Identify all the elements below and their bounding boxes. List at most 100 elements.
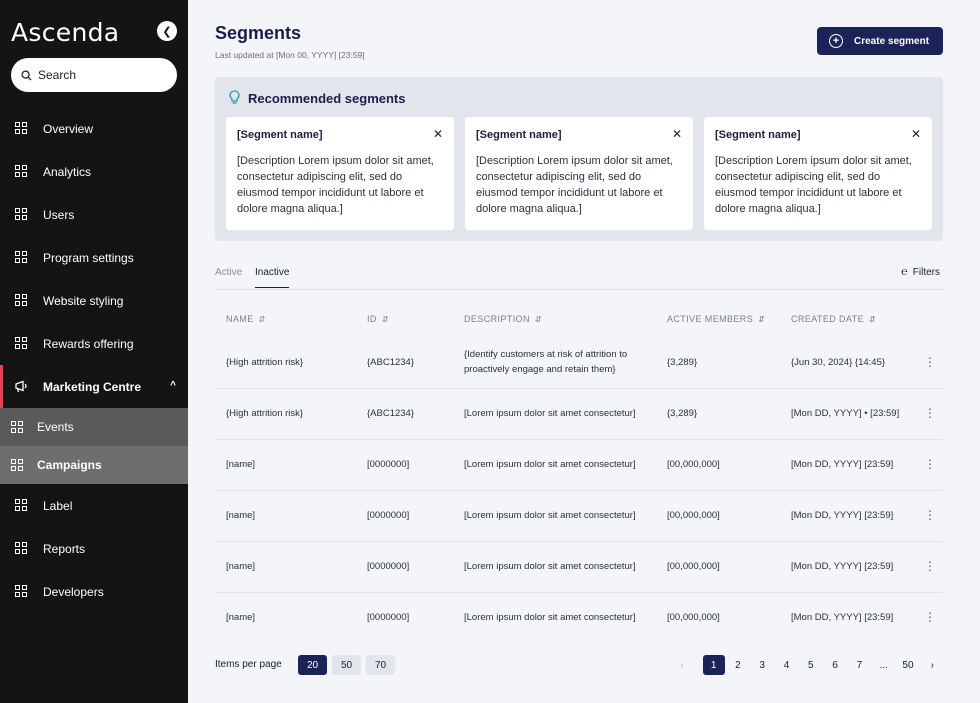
collapse-sidebar-button[interactable]: ❮ — [157, 21, 177, 41]
items-per-page-label: Items per page — [215, 659, 282, 670]
cell-id: {ABC1234} — [356, 337, 453, 389]
grid-icon — [15, 499, 28, 512]
table-row[interactable]: {High attrition risk} {ABC1234} {Identif… — [215, 337, 943, 389]
page-size-50-button[interactable]: 50 — [332, 655, 361, 675]
page-button[interactable]: 5 — [800, 655, 822, 675]
sort-icon: ⇵ — [758, 314, 766, 324]
column-header-active-members[interactable]: ACTIVE MEMBERS ⇵ — [656, 300, 780, 337]
column-header-label: DESCRIPTION — [464, 313, 530, 324]
sidebar-item-events[interactable]: Events — [0, 408, 188, 446]
next-page-icon[interactable]: › — [921, 655, 943, 675]
page-size-20-button[interactable]: 20 — [298, 655, 327, 675]
close-icon[interactable]: ✕ — [672, 127, 682, 141]
page-size-70-button[interactable]: 70 — [366, 655, 395, 675]
chevron-left-icon: ❮ — [162, 25, 172, 38]
table-row[interactable]: [name] [0000000] [Lorem ipsum dolor sit … — [215, 490, 943, 542]
marketing-submenu: Events Campaigns — [0, 408, 188, 484]
sidebar-item-developers[interactable]: Developers — [0, 570, 188, 613]
table-row[interactable]: [name] [0000000] [Lorem ipsum dolor sit … — [215, 592, 943, 643]
sort-icon: ⇵ — [868, 314, 877, 324]
more-options-icon[interactable]: ⋮ — [917, 439, 943, 491]
grid-icon — [15, 251, 28, 264]
sidebar-item-website-styling[interactable]: Website styling — [0, 279, 188, 322]
sidebar-item-program-settings[interactable]: Program settings — [0, 236, 188, 279]
segment-card-title: [Segment name] — [476, 129, 562, 141]
grid-icon — [15, 122, 28, 135]
segment-card[interactable]: [Segment name] ✕ [Description Lorem ipsu… — [226, 117, 454, 230]
page-button[interactable]: 50 — [897, 655, 919, 675]
sidebar-item-label: Program settings — [43, 250, 134, 265]
sidebar-item-label: Rewards offering — [43, 336, 134, 351]
recommended-segments-panel: Recommended segments [Segment name] ✕ [D… — [215, 77, 943, 241]
cell-created-date: {Jun 30, 2024} {14:45} — [780, 337, 917, 389]
column-header-name[interactable]: NAME ⇵ — [215, 300, 356, 337]
sidebar-item-label: Users — [43, 207, 75, 222]
table-row[interactable]: {High attrition risk} {ABC1234} [Lorem i… — [215, 388, 943, 440]
cell-description: [Lorem ipsum dolor sit amet consectetur] — [453, 490, 656, 542]
sidebar-item-rewards-offering[interactable]: Rewards offering — [0, 322, 188, 365]
close-icon[interactable]: ✕ — [433, 127, 443, 141]
sidebar-item-label: Label — [43, 498, 73, 513]
cell-description: [Lorem ipsum dolor sit amet consectetur] — [453, 541, 656, 593]
prev-page-icon[interactable]: ‹ — [671, 655, 693, 675]
sidebar-item-label: Analytics — [43, 164, 92, 179]
more-options-icon[interactable]: ⋮ — [917, 541, 943, 593]
page-ellipsis: ... — [879, 659, 888, 671]
tab-active[interactable]: Active — [215, 267, 242, 278]
cell-active-members: {3,289} — [656, 337, 780, 389]
segment-card-title: [Segment name] — [237, 129, 323, 141]
page-button[interactable]: 2 — [727, 655, 749, 675]
sidebar-item-overview[interactable]: Overview — [0, 107, 188, 150]
more-options-icon[interactable]: ⋮ — [917, 592, 943, 643]
column-header-created-date[interactable]: CREATED DATE ⇵ — [780, 300, 917, 337]
filters-button[interactable]: ℮ Filters — [901, 266, 940, 278]
close-icon[interactable]: ✕ — [911, 127, 921, 141]
sidebar-item-label: Campaigns — [37, 458, 102, 472]
segments-table: NAME ⇵ ID ⇵ DESCRIPTION ⇵ ACTIVE MEMBERS ⇵ C… — [215, 300, 943, 643]
sidebar-nav: Overview Analytics Users Program setting… — [0, 107, 188, 613]
more-options-icon[interactable]: ⋮ — [917, 388, 943, 440]
grid-icon — [15, 337, 28, 350]
create-segment-button[interactable]: + Create segment — [817, 27, 943, 55]
more-options-icon[interactable]: ⋮ — [917, 490, 943, 542]
page-title: Segments — [215, 23, 302, 43]
sidebar-item-label: Reports — [43, 541, 86, 556]
sidebar-item-marketing-centre[interactable]: Marketing Centre ^ — [0, 365, 188, 408]
tab-inactive[interactable]: Inactive — [255, 267, 290, 288]
sidebar-item-label-page[interactable]: Label — [0, 484, 188, 527]
table-row[interactable]: [name] [0000000] [Lorem ipsum dolor sit … — [215, 439, 943, 491]
page-button[interactable]: 1 — [702, 655, 725, 675]
lightbulb-icon — [229, 90, 240, 104]
cell-description: [Lorem ipsum dolor sit amet consectetur] — [453, 388, 656, 440]
column-header-label: ACTIVE MEMBERS — [667, 313, 754, 324]
sort-icon: ⇵ — [381, 314, 389, 324]
page-button[interactable]: 3 — [751, 655, 773, 675]
sidebar-item-users[interactable]: Users — [0, 193, 188, 236]
app-logo[interactable]: Ascenda — [11, 18, 119, 47]
sidebar-item-label: Overview — [43, 121, 94, 136]
sidebar-item-analytics[interactable]: Analytics — [0, 150, 188, 193]
recommended-title: Recommended segments — [248, 91, 406, 106]
more-options-icon[interactable]: ⋮ — [917, 337, 943, 389]
page-button[interactable]: 6 — [824, 655, 846, 675]
table-row[interactable]: [name] [0000000] [Lorem ipsum dolor sit … — [215, 541, 943, 593]
segment-card[interactable]: [Segment name] ✕ [Description Lorem ipsu… — [704, 117, 932, 230]
segment-card[interactable]: [Segment name] ✕ [Description Lorem ipsu… — [465, 117, 693, 230]
search-placeholder: Search — [38, 68, 77, 82]
sidebar-item-label: Website styling — [43, 293, 124, 308]
page-button[interactable]: 7 — [848, 655, 870, 675]
page-button[interactable]: 4 — [775, 655, 797, 675]
cell-description: [Lorem ipsum dolor sit amet consectetur] — [464, 612, 636, 624]
cell-active-members: {3,289} — [656, 388, 780, 440]
sidebar-item-label: Marketing Centre — [43, 379, 142, 394]
sidebar-item-campaigns[interactable]: Campaigns — [0, 446, 188, 484]
search-input[interactable]: Search — [11, 58, 177, 92]
cell-name: [name] — [215, 541, 356, 593]
cell-name: {High attrition risk} — [215, 337, 356, 389]
grid-icon — [11, 458, 24, 472]
segment-card-title: [Segment name] — [715, 129, 801, 141]
sidebar-item-reports[interactable]: Reports — [0, 527, 188, 570]
column-header-description[interactable]: DESCRIPTION ⇵ — [453, 300, 656, 337]
column-header-id[interactable]: ID ⇵ — [356, 300, 453, 337]
cell-name: [name] — [226, 612, 256, 624]
